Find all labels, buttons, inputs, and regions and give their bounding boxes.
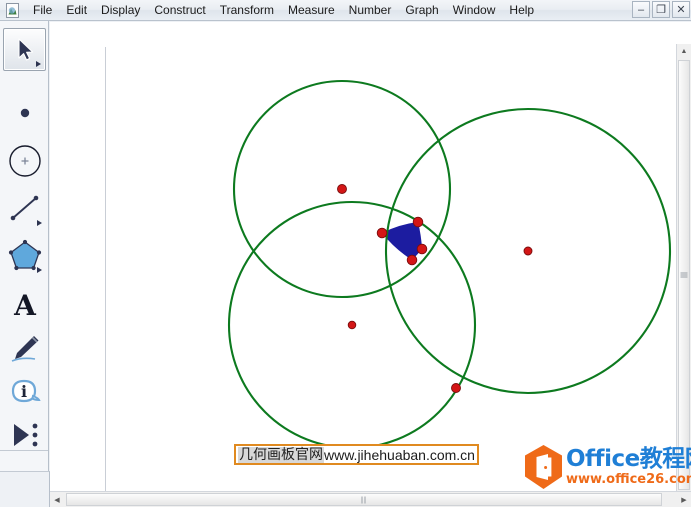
document-frame: ▲ ▼ <box>50 22 691 507</box>
geometry-sketch[interactable] <box>106 47 691 504</box>
center-point-bottom-left[interactable] <box>347 320 357 330</box>
letter-a-icon: A <box>13 289 37 322</box>
horizontal-scroll-thumb[interactable] <box>66 493 662 506</box>
menu-graph[interactable]: Graph <box>398 1 445 20</box>
point-icon <box>20 108 29 117</box>
menu-measure[interactable]: Measure <box>281 1 342 20</box>
menu-edit[interactable]: Edit <box>59 1 94 20</box>
close-button[interactable]: ✕ <box>672 1 690 18</box>
scroll-grip-icon <box>361 496 368 503</box>
toolbox-divider <box>0 450 48 451</box>
sketchpad-site-watermark: 几何画板官网 www.jihehuaban.com.cn <box>234 444 479 465</box>
intersection-point-right[interactable] <box>416 243 428 255</box>
office-watermark-text: Office教程网 www.office26.com <box>566 448 691 487</box>
horizontal-scrollbar[interactable]: ◀ ▶ <box>50 491 691 507</box>
office-watermark-url: www.office26.com <box>566 472 691 487</box>
menu-help[interactable]: Help <box>502 1 541 20</box>
scroll-right-button[interactable]: ▶ <box>677 493 691 507</box>
office-brand-en: Office <box>566 446 640 472</box>
center-point-right[interactable] <box>523 246 533 256</box>
marker-pen-icon <box>11 335 38 362</box>
vertical-scroll-thumb[interactable] <box>678 60 690 490</box>
office-hexagon-logo-icon <box>523 444 564 490</box>
scroll-grip-icon <box>680 272 688 279</box>
arrow-select-tool[interactable] <box>3 28 46 71</box>
svg-text:A: A <box>13 289 37 322</box>
svg-text:i: i <box>20 382 26 401</box>
menu-file[interactable]: File <box>26 1 59 20</box>
office-brand-line: Office教程网 <box>566 448 691 471</box>
title-menu-bar: File Edit Display Construct Transform Me… <box>0 0 691 21</box>
marker-tool[interactable] <box>3 326 46 369</box>
menu-construct[interactable]: Construct <box>147 1 212 20</box>
intersection-point-bottom[interactable] <box>406 254 418 266</box>
flyout-arrow-icon[interactable] <box>37 267 42 273</box>
window-controls: – ❐ ✕ <box>632 1 690 18</box>
arrow-cursor-icon <box>17 37 33 61</box>
menu-bar: File Edit Display Construct Transform Me… <box>26 0 541 20</box>
intersection-point-lower[interactable] <box>451 383 461 393</box>
sketch-canvas[interactable] <box>105 47 691 504</box>
menu-number[interactable]: Number <box>342 1 399 20</box>
point-tool[interactable] <box>3 91 46 134</box>
flyout-arrow-icon[interactable] <box>37 220 42 226</box>
scroll-left-button[interactable]: ◀ <box>50 493 64 507</box>
watermark-url: www.jihehuaban.com.cn <box>324 446 475 463</box>
point-group <box>337 184 533 393</box>
toolbox-bottom-filler <box>0 471 50 507</box>
menu-transform[interactable]: Transform <box>213 1 281 20</box>
watermark-cn-label: 几何画板官网 <box>238 446 324 463</box>
polygon-tool[interactable] <box>3 233 46 276</box>
straightedge-tool[interactable] <box>3 186 46 229</box>
scroll-up-button[interactable]: ▲ <box>677 44 691 58</box>
toolbox: A i <box>0 21 49 471</box>
sketchpad-window: File Edit Display Construct Transform Me… <box>0 0 691 507</box>
sketchpad-document-icon <box>4 2 21 19</box>
menu-window[interactable]: Window <box>446 1 503 20</box>
office-tutorial-watermark: Office教程网 www.office26.com <box>523 443 691 491</box>
intersection-point-top[interactable] <box>412 216 424 228</box>
office-brand-cn: 教程网 <box>639 446 691 472</box>
compass-tool[interactable] <box>3 139 46 182</box>
information-tool[interactable]: i <box>3 369 46 412</box>
text-tool[interactable]: A <box>3 283 46 326</box>
play-triangle-dots-icon <box>13 423 37 446</box>
info-balloon-icon: i <box>11 379 41 402</box>
intersection-point-left[interactable] <box>376 227 388 239</box>
circle-compass-icon <box>8 144 41 177</box>
circle-group <box>227 79 672 450</box>
restore-button[interactable]: ❐ <box>652 1 670 18</box>
flyout-arrow-icon[interactable] <box>36 61 41 67</box>
minimize-button[interactable]: – <box>632 1 650 18</box>
vertical-scrollbar[interactable]: ▲ ▼ <box>676 44 691 507</box>
center-point-top-left[interactable] <box>337 184 347 194</box>
menu-display[interactable]: Display <box>94 1 147 20</box>
